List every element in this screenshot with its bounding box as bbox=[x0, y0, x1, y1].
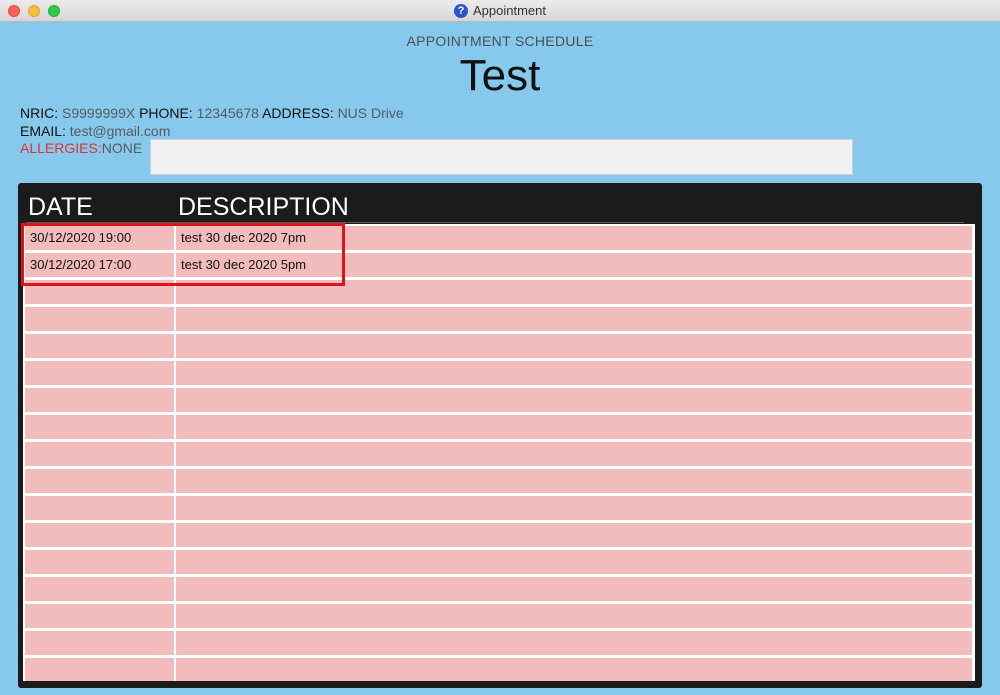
empty-table-row bbox=[23, 658, 975, 681]
empty-description-cell bbox=[176, 523, 972, 547]
table-row[interactable]: 30/12/2020 17:00 test 30 dec 2020 5pm bbox=[23, 253, 975, 277]
empty-date-cell bbox=[25, 604, 174, 628]
app-help-icon: ? bbox=[454, 3, 468, 18]
empty-date-cell bbox=[25, 631, 174, 655]
phone-label: PHONE: bbox=[139, 105, 193, 121]
phone-value: 12345678 bbox=[196, 105, 259, 121]
empty-table-row bbox=[23, 631, 975, 655]
description-cell: test 30 dec 2020 7pm bbox=[176, 226, 972, 250]
empty-description-cell bbox=[176, 361, 972, 385]
empty-table-row bbox=[23, 604, 975, 628]
nric-label: NRIC: bbox=[20, 105, 59, 121]
empty-date-cell bbox=[25, 415, 174, 439]
address-label: ADDRESS: bbox=[262, 105, 334, 121]
empty-date-cell bbox=[25, 334, 174, 358]
patient-info-line-1: NRIC: S9999999X PHONE: 12345678 ADDRESS:… bbox=[20, 105, 404, 121]
appointment-rows: 30/12/2020 19:00 test 30 dec 2020 7pm 30… bbox=[23, 224, 975, 681]
column-header-date[interactable]: DATE bbox=[28, 193, 93, 222]
patient-info-line-2: EMAIL: test@gmail.com bbox=[20, 123, 170, 139]
patient-info-line-3: ALLERGIES:NONE bbox=[20, 140, 142, 156]
allergies-value: NONE bbox=[101, 140, 143, 156]
empty-date-cell bbox=[25, 388, 174, 412]
empty-table-row bbox=[23, 442, 975, 466]
empty-description-cell bbox=[176, 469, 972, 493]
empty-table-row bbox=[23, 361, 975, 385]
empty-date-cell bbox=[25, 523, 174, 547]
email-value: test@gmail.com bbox=[69, 123, 171, 139]
appointment-table: DATE DESCRIPTION 30/12/2020 19:00 test 3… bbox=[18, 183, 982, 688]
empty-date-cell bbox=[25, 496, 174, 520]
allergies-label: ALLERGIES: bbox=[20, 140, 102, 156]
nric-value: S9999999X bbox=[62, 105, 136, 121]
empty-date-cell bbox=[25, 577, 174, 601]
window-title: ? Appointment bbox=[0, 3, 1000, 18]
empty-table-row bbox=[23, 469, 975, 493]
command-input-box[interactable] bbox=[150, 139, 853, 175]
empty-date-cell bbox=[25, 361, 174, 385]
empty-date-cell bbox=[25, 307, 174, 331]
empty-description-cell bbox=[176, 442, 972, 466]
column-header-description[interactable]: DESCRIPTION bbox=[178, 193, 349, 222]
empty-description-cell bbox=[176, 388, 972, 412]
empty-description-cell bbox=[176, 550, 972, 574]
empty-date-cell bbox=[25, 550, 174, 574]
empty-description-cell bbox=[176, 496, 972, 520]
empty-description-cell bbox=[176, 307, 972, 331]
table-row[interactable]: 30/12/2020 19:00 test 30 dec 2020 7pm bbox=[23, 226, 975, 250]
email-label: EMAIL: bbox=[20, 123, 66, 139]
empty-table-row bbox=[23, 307, 975, 331]
empty-date-cell bbox=[25, 658, 174, 681]
description-cell: test 30 dec 2020 5pm bbox=[176, 253, 972, 277]
empty-date-cell bbox=[25, 469, 174, 493]
empty-description-cell bbox=[176, 658, 972, 681]
empty-description-cell bbox=[176, 334, 972, 358]
address-value: NUS Drive bbox=[337, 105, 404, 121]
empty-table-row bbox=[23, 496, 975, 520]
page-subtitle: APPOINTMENT SCHEDULE bbox=[406, 33, 594, 49]
empty-description-cell bbox=[176, 280, 972, 304]
date-cell: 30/12/2020 19:00 bbox=[25, 226, 174, 250]
window-titlebar: ? Appointment bbox=[0, 0, 1000, 22]
empty-table-row bbox=[23, 550, 975, 574]
empty-table-row bbox=[23, 388, 975, 412]
empty-date-cell bbox=[25, 280, 174, 304]
empty-table-row bbox=[23, 523, 975, 547]
window-title-text: Appointment bbox=[473, 3, 546, 18]
empty-description-cell bbox=[176, 415, 972, 439]
empty-description-cell bbox=[176, 577, 972, 601]
empty-table-row bbox=[23, 334, 975, 358]
date-cell: 30/12/2020 17:00 bbox=[25, 253, 174, 277]
empty-table-row bbox=[23, 415, 975, 439]
empty-table-row bbox=[23, 280, 975, 304]
patient-name: Test bbox=[459, 51, 541, 100]
empty-description-cell bbox=[176, 631, 972, 655]
empty-description-cell bbox=[176, 604, 972, 628]
empty-table-row bbox=[23, 577, 975, 601]
empty-date-cell bbox=[25, 442, 174, 466]
header-divider bbox=[26, 222, 964, 223]
